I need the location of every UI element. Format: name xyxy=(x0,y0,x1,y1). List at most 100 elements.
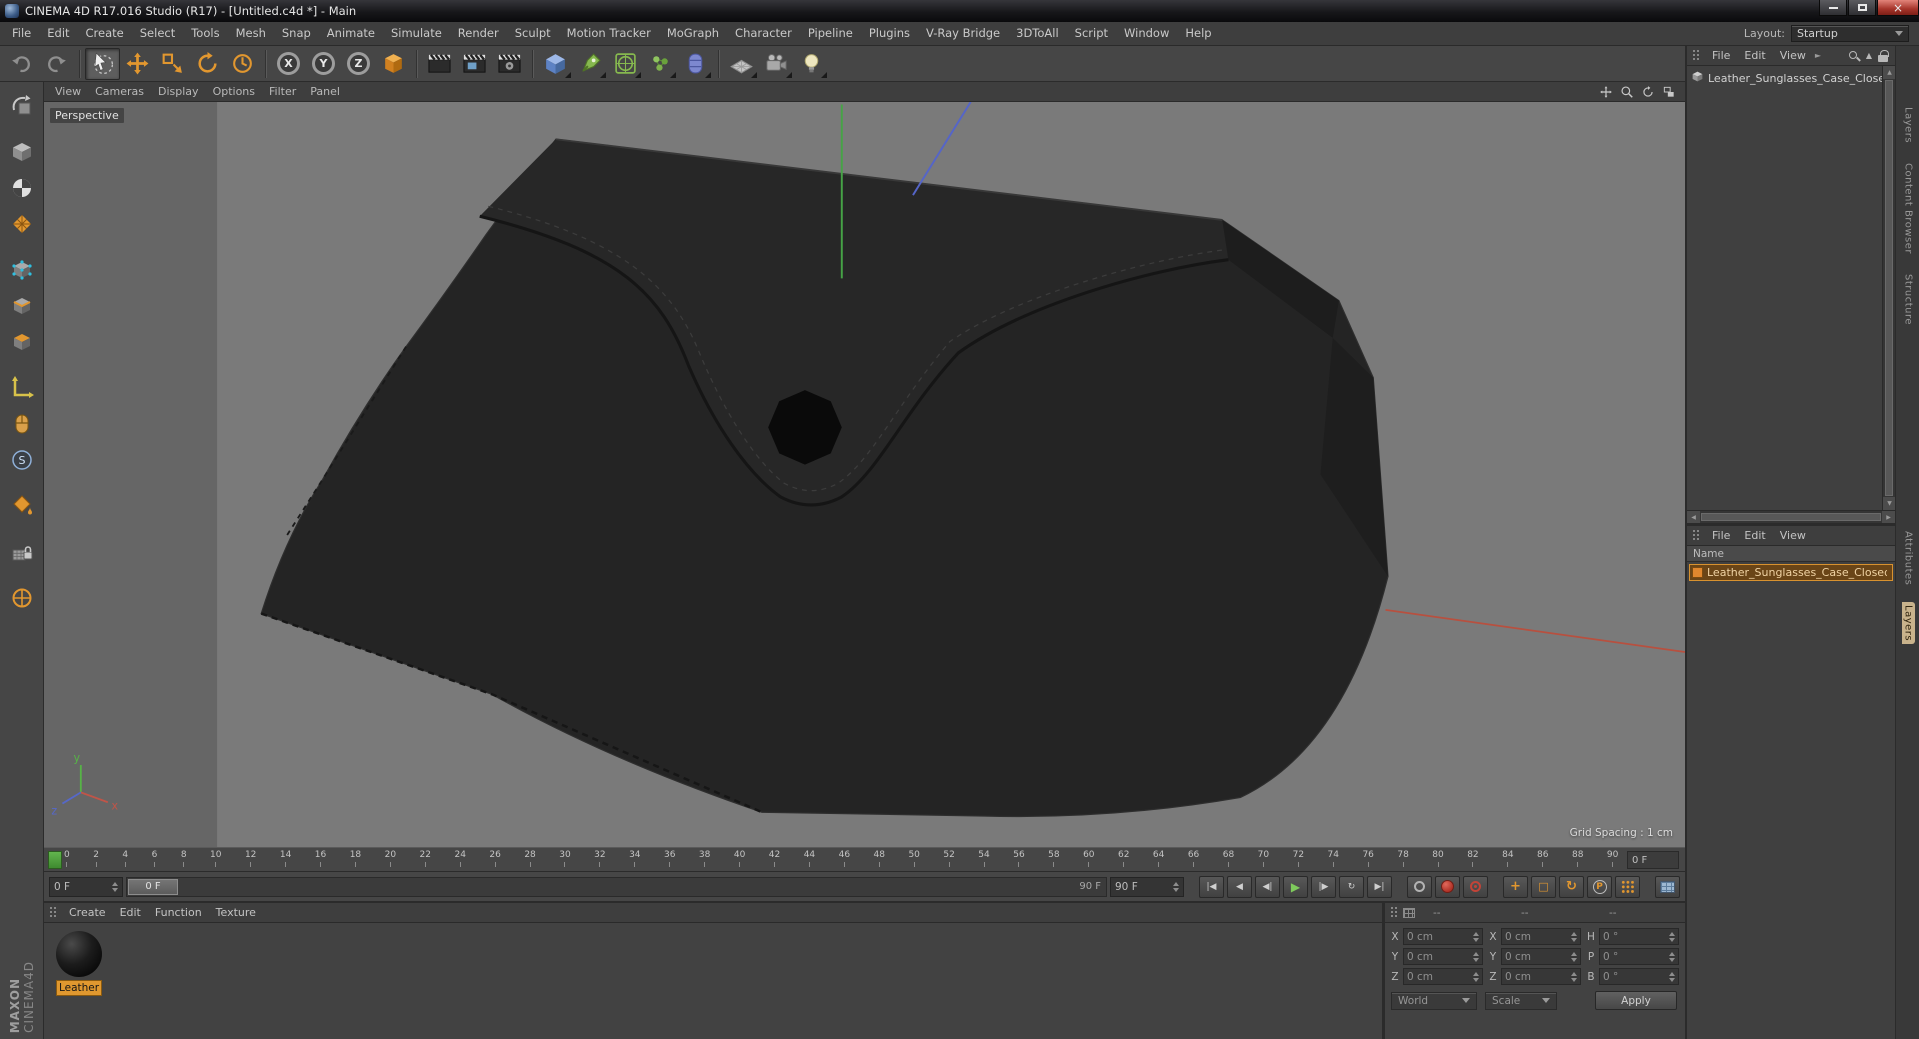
coord-input-0-x[interactable]: 0 cm xyxy=(1403,928,1483,945)
record-rotation-toggle[interactable]: ↻ xyxy=(1559,875,1584,898)
menu-mograph[interactable]: MoGraph xyxy=(659,22,727,45)
menu-tools[interactable]: Tools xyxy=(183,22,227,45)
tweak-mode-icon[interactable] xyxy=(5,408,39,439)
viewport-canvas[interactable]: y x z xyxy=(44,102,1685,847)
add-light-icon[interactable] xyxy=(794,48,829,80)
spinner-arrows-icon[interactable] xyxy=(1571,971,1577,982)
scale-tool-icon[interactable] xyxy=(155,48,190,80)
add-spline-icon[interactable] xyxy=(573,48,608,80)
viewport-menu-cameras[interactable]: Cameras xyxy=(88,85,151,98)
max-frame-field[interactable]: 90 F xyxy=(1110,876,1184,897)
y-axis-lock-icon[interactable]: Y xyxy=(306,48,341,80)
timeline-slider-thumb[interactable]: 0 F xyxy=(128,878,178,895)
scrollbar-thumb[interactable] xyxy=(1885,80,1893,496)
spinner-arrows-icon[interactable] xyxy=(1571,951,1577,962)
menu-edit[interactable]: Edit xyxy=(39,22,77,45)
coord-input-1-y[interactable]: 0 cm xyxy=(1501,948,1581,965)
object-row[interactable]: Leather_Sunglasses_Case_Closed_B xyxy=(1691,69,1882,87)
workplane-mode-icon[interactable] xyxy=(5,208,39,239)
keyframe-mode-button[interactable] xyxy=(1655,875,1680,898)
object-manager-menu-view[interactable]: View xyxy=(1773,49,1813,62)
layer-color-swatch[interactable] xyxy=(1692,567,1703,578)
coordinate-mode-dropdown[interactable]: Scale xyxy=(1485,991,1557,1010)
spinner-arrows-icon[interactable] xyxy=(1669,931,1675,942)
menu-v-ray-bridge[interactable]: V-Ray Bridge xyxy=(918,22,1008,45)
layer-row[interactable]: Leather_Sunglasses_Case_Closed_ xyxy=(1689,564,1893,581)
lock-workplane-icon[interactable] xyxy=(5,536,39,567)
layout-dropdown[interactable]: Startup xyxy=(1791,25,1909,42)
menu-create[interactable]: Create xyxy=(78,22,132,45)
add-modeling-icon[interactable] xyxy=(643,48,678,80)
spinner-arrows-icon[interactable] xyxy=(1173,881,1179,892)
menu-help[interactable]: Help xyxy=(1177,22,1219,45)
menu-snap[interactable]: Snap xyxy=(274,22,319,45)
autokey-button[interactable] xyxy=(1435,875,1460,898)
timeline-end-field[interactable]: 0 F xyxy=(1627,851,1679,869)
menu-plugins[interactable]: Plugins xyxy=(861,22,918,45)
x-axis-lock-icon[interactable]: X xyxy=(271,48,306,80)
texture-mode-icon[interactable] xyxy=(5,172,39,203)
timeline-slider[interactable]: 0 F 90 F xyxy=(126,876,1107,897)
menu-mesh[interactable]: Mesh xyxy=(228,22,274,45)
coord-input-2-b[interactable]: 0 ° xyxy=(1599,968,1679,985)
menu-overflow-icon[interactable]: ► xyxy=(1813,51,1823,60)
record-keyframe-button[interactable] xyxy=(1407,875,1432,898)
layer-manager-menu-edit[interactable]: Edit xyxy=(1737,529,1772,542)
layer-manager-menu-file[interactable]: File xyxy=(1705,529,1737,542)
material-preview-sphere[interactable] xyxy=(56,931,102,977)
add-deformer-icon[interactable] xyxy=(678,48,713,80)
close-button[interactable]: × xyxy=(1877,0,1919,16)
add-environment-icon[interactable] xyxy=(724,48,759,80)
up-level-icon[interactable]: ▲ xyxy=(1866,51,1872,60)
spinner-arrows-icon[interactable] xyxy=(1669,951,1675,962)
move-tool-icon[interactable] xyxy=(120,48,155,80)
spinner-arrows-icon[interactable] xyxy=(1473,931,1479,942)
panel-grip-icon[interactable] xyxy=(1692,529,1701,542)
lock-icon[interactable] xyxy=(1878,49,1889,62)
z-axis-lock-icon[interactable]: Z xyxy=(341,48,376,80)
previous-frame-button[interactable]: ◀| xyxy=(1255,875,1280,898)
current-frame-marker[interactable] xyxy=(48,851,62,869)
panel-grip-icon[interactable] xyxy=(1390,906,1399,919)
play-loop-button[interactable]: ↻ xyxy=(1339,875,1364,898)
material-manager-menu-edit[interactable]: Edit xyxy=(113,906,148,919)
menu-animate[interactable]: Animate xyxy=(319,22,383,45)
viewport-zoom-icon[interactable] xyxy=(1618,84,1635,100)
vertical-scrollbar[interactable]: ▲ ▼ xyxy=(1882,66,1896,510)
menu-render[interactable]: Render xyxy=(450,22,507,45)
next-frame-button[interactable]: |▶ xyxy=(1311,875,1336,898)
record-position-toggle[interactable]: + xyxy=(1503,875,1528,898)
current-frame-field[interactable]: 0 F xyxy=(49,876,123,897)
right-tab-attributes[interactable]: Attributes xyxy=(1902,528,1915,588)
menu-character[interactable]: Character xyxy=(727,22,800,45)
spinner-arrows-icon[interactable] xyxy=(112,881,118,892)
add-generator-icon[interactable] xyxy=(608,48,643,80)
make-editable-icon[interactable] xyxy=(5,90,39,121)
points-mode-icon[interactable] xyxy=(5,254,39,285)
play-button[interactable]: ▶ xyxy=(1283,875,1308,898)
layers-list[interactable]: Leather_Sunglasses_Case_Closed_ xyxy=(1687,562,1895,1039)
live-selection-icon[interactable] xyxy=(85,47,120,80)
workplane-axis-icon[interactable] xyxy=(5,582,39,613)
render-picture-viewer-icon[interactable] xyxy=(457,48,492,80)
object-tree[interactable]: Leather_Sunglasses_Case_Closed_B xyxy=(1687,66,1882,510)
record-scale-toggle[interactable]: □ xyxy=(1531,875,1556,898)
spinner-arrows-icon[interactable] xyxy=(1473,951,1479,962)
minimize-button[interactable] xyxy=(1819,0,1847,16)
right-tab-structure[interactable]: Structure xyxy=(1902,271,1915,328)
viewport-rotate-icon[interactable] xyxy=(1639,84,1656,100)
coord-input-2-p[interactable]: 0 ° xyxy=(1599,948,1679,965)
record-pla-toggle[interactable] xyxy=(1615,875,1640,898)
timeline-ruler[interactable]: 0 2 4 6 8 10 12 14 16 18 20 22 24 26 28 30 32 34 36 38 40 42 4… xyxy=(44,847,1685,871)
menu-script[interactable]: Script xyxy=(1067,22,1116,45)
menu-sculpt[interactable]: Sculpt xyxy=(507,22,559,45)
coordinate-system-icon[interactable] xyxy=(376,48,411,80)
menu-motion-tracker[interactable]: Motion Tracker xyxy=(559,22,659,45)
viewport-pan-icon[interactable] xyxy=(1597,84,1614,100)
camera-label[interactable]: Perspective xyxy=(50,108,124,123)
coordinate-space-dropdown[interactable]: World xyxy=(1391,991,1477,1010)
right-tab-layers[interactable]: Layers xyxy=(1901,602,1915,645)
panel-grip-icon[interactable] xyxy=(1692,49,1701,62)
add-camera-icon[interactable] xyxy=(759,48,794,80)
material-manager-menu-function[interactable]: Function xyxy=(148,906,209,919)
